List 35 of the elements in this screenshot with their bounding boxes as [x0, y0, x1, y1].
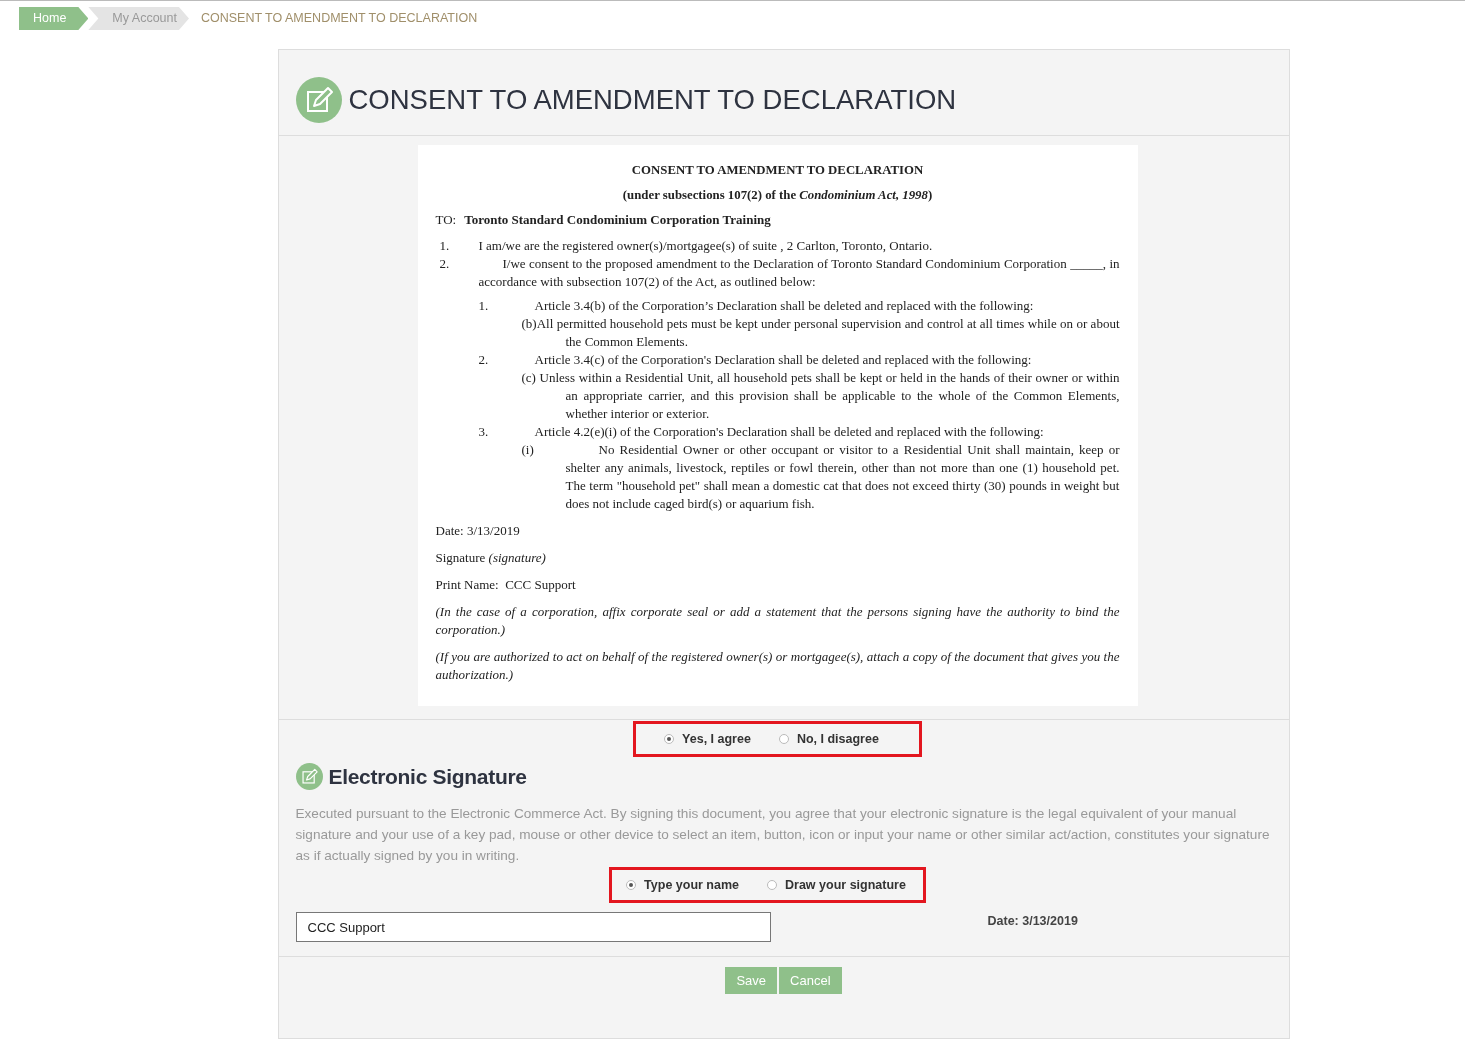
clause-text: No Residential Owner or other occupant or visitor to a Residential Unit shall maintain, keep or shelter any animals, livestock, reptiles or fowl therein, other than not more than one (1) household pet. The term "household pet" shall mean a domestic cat that does not exceed thirty (30) pounds in weight but does not include caged bird(s) or aquarium fish.	[565, 441, 1120, 513]
clause-text: (b)All permitted household pets must be kept under personal supervision and control at all times while on or about the Common Elements.	[520, 315, 1120, 351]
signature-date: Date: 3/13/2019	[987, 914, 1078, 928]
name-field[interactable]: CCC Support	[295, 912, 771, 942]
section-title: Electronic Signature	[328, 764, 527, 789]
edit-icon	[295, 763, 323, 790]
page-title: CONSENT TO AMENDMENT TO DECLARATION	[348, 84, 957, 116]
clause-text: (c) Unless within a Residential Unit, all household pets shall be kept or held in the hands of their owner or within an appropriate carrier, and this provision shall be applicable to the whole of the Common Elements, whether interior or exterior.	[520, 369, 1120, 423]
article-number: 3.	[478, 423, 490, 441]
clause-label: (i)	[521, 441, 535, 459]
item-number: 2.	[438, 255, 451, 273]
radio-option[interactable]: Type your name	[626, 878, 740, 892]
signature-disclaimer: Executed pursuant to the Electronic Commerce Act. By signing this document, you agree that your electronic signature is the legal equivalent of your manual signature and your use of a key pad, mouse or other device to select an item, button, icon or input your name or other similar act/action, constitutes your signature as if actually signed by you in writing.	[295, 805, 1271, 865]
breadcrumb-current: CONSENT TO AMENDMENT TO DECLARATION	[199, 10, 479, 27]
radio-option[interactable]: Yes, I agree	[664, 732, 751, 746]
document-note: (If you are authorized to act on behalf of the registered owner(s) or mortgagee(s), attach a copy of the document that gives you the authorization.)	[435, 648, 1120, 684]
document-date: Date: 3/13/2019	[435, 522, 521, 540]
article-text: Article 3.4(b) of the Corporation’s Declaration shall be deleted and replaced with the following:	[534, 297, 1034, 315]
print-name: Print Name: CCC Support	[435, 576, 577, 594]
document-title: CONSENT TO AMENDMENT TO DECLARATION	[630, 162, 925, 179]
article-text: Article 3.4(c) of the Corporation's Declaration shall be deleted and replaced with the following:	[534, 351, 1032, 369]
item-text: I/we consent to the proposed amendment to the Declaration of Toronto Standard Condominium Corporation _____, in accordance with subsection 107(2) of the Act, as outlined below:	[478, 255, 1120, 291]
signature-line: Signature (signature)	[435, 549, 547, 567]
article-text: Article 4.2(e)(i) of the Corporation's Declaration shall be deleted and replaced with the following:	[534, 423, 1044, 441]
radio-option[interactable]: Draw your signature	[767, 878, 906, 892]
item-text: I am/we are the registered owner(s)/mortgagee(s) of suite , 2 Carlton, Toronto, Ontario.	[478, 237, 933, 255]
document-subtitle: (under subsections 107(2) of the Condominium Act, 1998)	[621, 187, 934, 204]
radio-option[interactable]: No, I disagree	[778, 732, 879, 746]
article-number: 2.	[478, 351, 490, 369]
item-number: 1.	[438, 237, 451, 255]
document-note: (In the case of a corporation, affix corporate seal or add a statement that the persons signing have the authority to bind the corporation.)	[435, 603, 1120, 639]
recipient-name: Toronto Standard Condominium Corporation Training	[464, 212, 771, 227]
edit-icon	[295, 77, 342, 123]
article-number: 1.	[478, 297, 490, 315]
to-label: TO:	[435, 212, 457, 227]
